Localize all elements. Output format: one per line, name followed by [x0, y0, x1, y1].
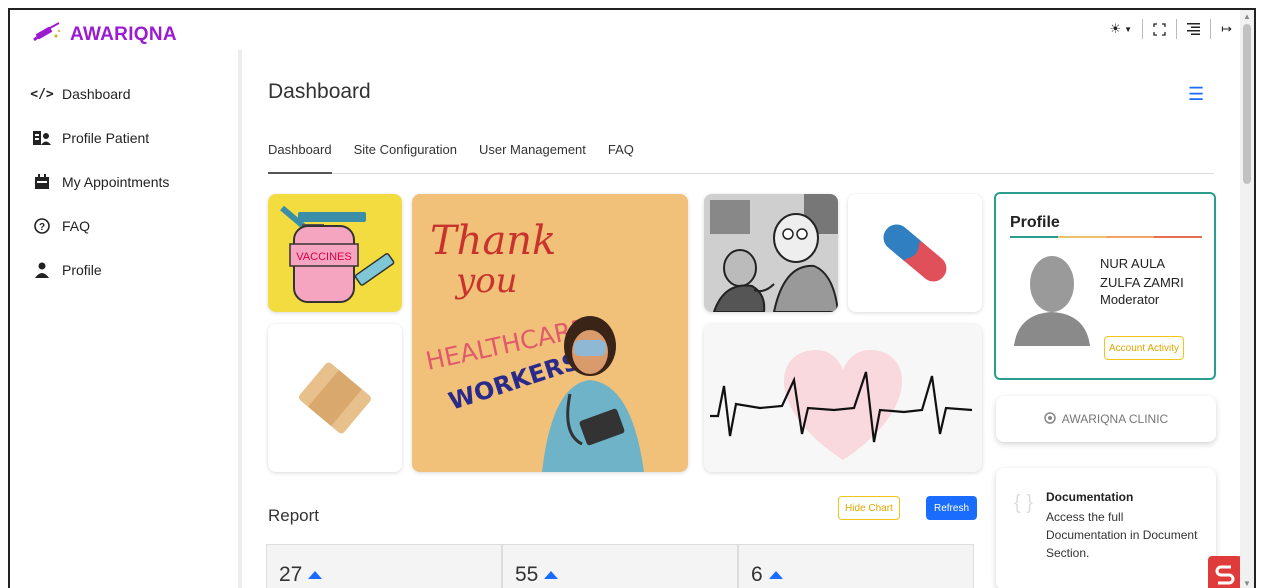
clinic-link[interactable]: AWARIQNA CLINIC: [996, 396, 1216, 442]
sidebar-nav: </> Dashboard Profile Patient My Appoint…: [10, 60, 238, 292]
topbar-separator: [1176, 19, 1178, 39]
doc-title: Documentation: [1046, 490, 1134, 504]
sidebar-item-faq[interactable]: ? FAQ: [10, 204, 238, 248]
stat-card: 6: [738, 544, 974, 588]
clinic-label: AWARIQNA CLINIC: [1061, 412, 1169, 426]
chat-widget-icon[interactable]: [1208, 556, 1242, 588]
triangle-up-icon: [308, 571, 323, 579]
app-frame: AWARIQNA </> Dashboard Profile Patient M…: [8, 8, 1256, 588]
sidebar-item-label: Dashboard: [62, 86, 131, 102]
triangle-up-icon: [544, 571, 559, 579]
account-activity-button[interactable]: Account Activity: [1104, 336, 1185, 360]
profile-divider: [1010, 236, 1202, 238]
sun-icon[interactable]: ☀ ▼: [1110, 21, 1133, 37]
hide-chart-button[interactable]: Hide Chart: [838, 496, 900, 520]
topbar-separator: [1210, 19, 1212, 39]
sidebar-item-label: Profile Patient: [62, 130, 150, 146]
topbar: ☀ ▼ ↦: [1110, 16, 1232, 42]
sidebar: AWARIQNA </> Dashboard Profile Patient M…: [10, 10, 238, 588]
doc-text: Access the full Documentation in Documen…: [1046, 510, 1198, 560]
stat-value: 55: [515, 563, 559, 587]
doctor-cartoon-image: [704, 194, 838, 312]
scrollbar[interactable]: ▲ ▼: [1240, 10, 1254, 588]
triangle-up-icon: [768, 571, 783, 579]
scroll-down-icon[interactable]: ▼: [1243, 579, 1251, 588]
fullscreen-icon[interactable]: [1153, 22, 1166, 36]
logout-icon[interactable]: ↦: [1221, 21, 1232, 37]
documentation-card[interactable]: { } Documentation Access the full Docume…: [996, 468, 1216, 588]
menu-lines-icon[interactable]: [1187, 23, 1201, 35]
capsule-pill-image: [848, 194, 982, 312]
stat-value: 6: [751, 563, 783, 587]
refresh-button[interactable]: Refresh: [926, 496, 978, 520]
braces-icon: { }: [1014, 492, 1033, 514]
sidebar-item-profile-patient[interactable]: Profile Patient: [10, 116, 238, 160]
id-card-icon: [32, 130, 52, 146]
question-circle-icon: ?: [32, 218, 52, 234]
brand[interactable]: AWARIQNA: [10, 10, 238, 60]
page-title: Dashboard: [268, 80, 371, 103]
avatar: [1014, 252, 1090, 346]
vaccine-image: VACCINES: [268, 194, 402, 312]
sidebar-item-my-appointments[interactable]: My Appointments: [10, 160, 238, 204]
tab-user-management[interactable]: User Management: [479, 138, 586, 174]
sidebar-item-profile[interactable]: Profile: [10, 248, 238, 292]
code-icon: </>: [30, 86, 54, 102]
scroll-up-icon[interactable]: ▲: [1243, 12, 1251, 21]
calendar-icon: [32, 174, 52, 190]
stat-card: 55: [502, 544, 738, 588]
sidebar-divider: [238, 50, 242, 588]
svg-text:VACCINES: VACCINES: [296, 251, 351, 263]
github-icon: [1044, 411, 1056, 427]
sidebar-item-label: Profile: [62, 262, 102, 278]
profile-name: NUR AULA ZULFA ZAMRI: [1100, 256, 1184, 290]
profile-card: Profile NUR AULA ZULFA ZAMRI Moderator A…: [994, 192, 1216, 380]
sidebar-item-label: FAQ: [62, 218, 91, 234]
tab-faq[interactable]: FAQ: [608, 138, 634, 174]
topbar-separator: [1142, 19, 1144, 39]
stat-card: 27: [266, 544, 502, 588]
scroll-thumb[interactable]: [1243, 24, 1251, 184]
hamburger-menu-icon[interactable]: ☰: [1188, 84, 1204, 105]
svg-text:Thank: Thank: [430, 218, 556, 264]
tab-dashboard[interactable]: Dashboard: [268, 138, 332, 174]
brand-name: AWARIQNA: [70, 24, 177, 45]
sidebar-item-label: My Appointments: [62, 174, 170, 190]
profile-role: Moderator: [1100, 292, 1160, 307]
stat-value: 27: [279, 563, 323, 587]
user-icon: [32, 262, 52, 278]
main-content: Dashboard ☰ Dashboard Site Configuration…: [244, 50, 1234, 588]
syringe-logo-icon: [32, 21, 62, 49]
tab-site-configuration[interactable]: Site Configuration: [354, 138, 457, 174]
healthcare-poster-image: Thank you HEALTHCARE WORKERS: [412, 194, 688, 472]
tab-bar: Dashboard Site Configuration User Manage…: [268, 138, 1214, 174]
profile-title: Profile: [1010, 214, 1060, 231]
report-title: Report: [268, 506, 320, 525]
svg-text:you: you: [454, 261, 518, 301]
svg-text:?: ?: [39, 222, 45, 233]
bandage-image: [268, 324, 402, 472]
heartbeat-image: [704, 324, 982, 472]
sidebar-item-dashboard[interactable]: </> Dashboard: [10, 72, 238, 116]
